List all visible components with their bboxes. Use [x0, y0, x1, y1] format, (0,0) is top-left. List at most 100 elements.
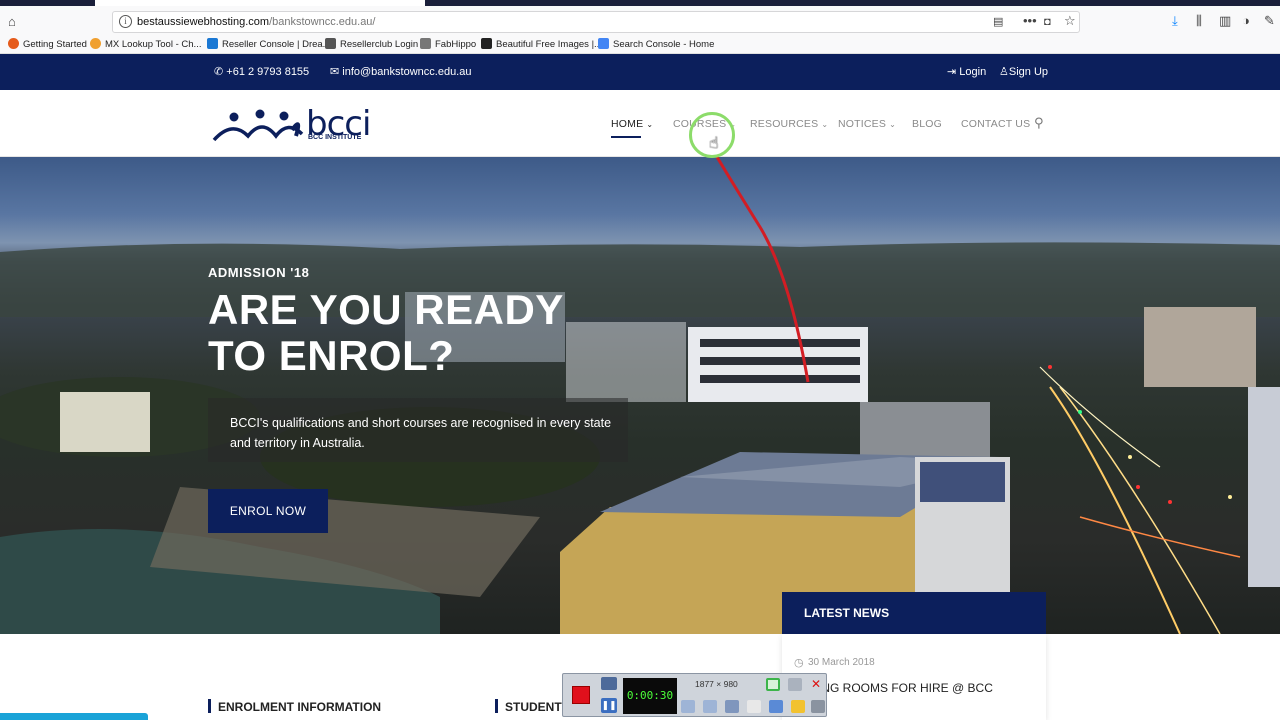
- speaker-icon[interactable]: [681, 700, 695, 713]
- phone-link[interactable]: ✆ +61 2 9793 8155: [214, 65, 309, 78]
- news-title-link[interactable]: AINING ROOMS FOR HIRE @ BCC: [798, 681, 993, 695]
- browser-toolbar: ⌂ i bestaussiewebhosting.com/bankstowncc…: [0, 6, 1280, 38]
- bookmark-label: MX Lookup Tool - Ch...: [105, 39, 202, 50]
- firefox-icon: [8, 38, 19, 49]
- headline-line: TO ENROL?: [208, 332, 455, 379]
- fabhippo-icon: [420, 38, 431, 49]
- bookmark-label: Resellerclub Login: [340, 39, 419, 50]
- phone-text: +61 2 9793 8155: [226, 66, 310, 78]
- latest-news-heading: LATEST NEWS: [782, 592, 1046, 634]
- hero-city-image: [0, 157, 1280, 634]
- bookmarks-bar: Getting Started MX Lookup Tool - Ch... R…: [0, 38, 1280, 54]
- news-date: 30 March 2018: [808, 657, 875, 668]
- login-text: Login: [959, 66, 987, 78]
- bookmark-reseller-console[interactable]: Reseller Console | Drea...: [207, 38, 331, 54]
- bookmark-label: FabHippo: [435, 39, 477, 50]
- screen-recorder-toolbar: ❚❚ 0:00:30 1877 × 980 ✕: [562, 673, 827, 717]
- download-icon[interactable]: ⤓: [1172, 13, 1178, 29]
- bookmark-label: Search Console - Home: [613, 39, 715, 50]
- extension-icon[interactable]: ◑: [1242, 13, 1250, 29]
- section-accent: [495, 699, 498, 713]
- search-icon[interactable]: ⚲: [1034, 115, 1044, 131]
- nav-notices[interactable]: NOTICES ⌄: [838, 118, 896, 130]
- region-icon[interactable]: [766, 678, 780, 691]
- enrolment-info-heading: ENROLMENT INFORMATION: [218, 700, 382, 714]
- settings-icon[interactable]: [811, 700, 825, 713]
- library-icon[interactable]: ⫼: [1196, 13, 1202, 29]
- mx-icon: [90, 38, 101, 49]
- camera-icon: [481, 38, 492, 49]
- section-accent: [208, 699, 211, 713]
- chevron-down-icon: ⌄: [646, 120, 654, 129]
- nav-label: CONTACT US: [961, 118, 1031, 130]
- phone-icon: ✆: [214, 66, 224, 78]
- pause-icon[interactable]: ❚❚: [601, 698, 617, 713]
- email-text: info@bankstowncc.edu.au: [342, 66, 472, 78]
- active-nav-indicator: [611, 136, 641, 138]
- nav-label: BLOG: [912, 118, 942, 130]
- microphone-icon[interactable]: [703, 700, 717, 713]
- camera-icon[interactable]: [601, 677, 617, 690]
- more-actions-icon[interactable]: •••: [1023, 13, 1037, 29]
- email-link[interactable]: ✉ info@bankstowncc.edu.au: [330, 65, 471, 78]
- site-header: bcci BCC INSTITUTE HOME ⌄ COURSES ⌄ RESOUR…: [0, 90, 1280, 157]
- webcam-icon[interactable]: [725, 700, 739, 713]
- sidebar-icon[interactable]: ▥: [1219, 13, 1231, 29]
- record-stop-button[interactable]: [572, 686, 590, 704]
- nav-label: RESOURCES: [750, 118, 819, 130]
- minimize-icon[interactable]: [788, 678, 802, 691]
- admission-label: ADMISSION '18: [208, 265, 310, 280]
- bookmark-star-icon[interactable]: ☆: [1064, 13, 1076, 29]
- info-icon[interactable]: i: [119, 15, 132, 28]
- user-icon: ♙: [999, 66, 1009, 78]
- bookmark-search-console[interactable]: Search Console - Home: [598, 38, 714, 54]
- envelope-icon: ✉: [330, 66, 340, 78]
- signup-link[interactable]: ♙Sign Up: [999, 65, 1048, 78]
- hero-subtext: BCCI's qualifications and short courses …: [230, 416, 612, 450]
- recording-timer: 0:00:30: [623, 678, 677, 714]
- student-heading: STUDENT: [505, 700, 562, 714]
- pen-icon[interactable]: ✎: [1264, 13, 1275, 29]
- home-icon[interactable]: ⌂: [8, 14, 16, 30]
- resellerclub-icon: [325, 38, 336, 49]
- nav-label: NOTICES: [838, 118, 887, 130]
- nav-resources[interactable]: RESOURCES ⌄: [750, 118, 828, 130]
- chevron-down-icon: ⌄: [889, 120, 896, 129]
- reader-view-icon[interactable]: ▤: [993, 14, 1003, 30]
- folder-icon[interactable]: [791, 700, 805, 713]
- login-link[interactable]: ⇥ Login: [947, 65, 986, 78]
- nav-blog[interactable]: BLOG: [912, 118, 942, 130]
- clock-icon: ◷: [794, 657, 804, 669]
- url-domain: bestaussiewebhosting.com: [137, 16, 270, 28]
- hero-banner: ADMISSION '18 ARE YOU READY TO ENROL? BC…: [0, 157, 1280, 634]
- logo[interactable]: bcci BCC INSTITUTE: [212, 104, 372, 146]
- signup-text: Sign Up: [1008, 66, 1049, 78]
- capture-size: 1877 × 980: [695, 679, 738, 689]
- bookmark-getting-started[interactable]: Getting Started: [8, 38, 87, 54]
- nav-home[interactable]: HOME ⌄: [611, 118, 653, 130]
- url-text: bestaussiewebhosting.com/bankstowncc.edu…: [137, 16, 375, 28]
- enrol-now-button[interactable]: ENROL NOW: [208, 489, 328, 533]
- pointer-hand-icon: ☝: [709, 135, 719, 152]
- cursor-icon[interactable]: [747, 700, 761, 713]
- hero-subtext-panel: BCCI's qualifications and short courses …: [208, 398, 628, 462]
- logo-subtext: BCC INSTITUTE: [308, 134, 362, 141]
- headline-line: ARE YOU READY: [208, 286, 564, 333]
- url-path: /bankstowncc.edu.au/: [269, 16, 376, 28]
- close-icon[interactable]: ✕: [809, 677, 823, 691]
- draw-icon[interactable]: [769, 700, 783, 713]
- contact-bar: ✆ +61 2 9793 8155 ✉ info@bankstowncc.edu…: [0, 54, 1280, 90]
- reseller-icon: [207, 38, 218, 49]
- bookmark-fabhippo[interactable]: FabHippo: [420, 38, 476, 54]
- bookmark-mx-lookup[interactable]: MX Lookup Tool - Ch...: [90, 38, 201, 54]
- sign-in-icon: ⇥: [947, 66, 957, 78]
- search-console-icon: [598, 38, 609, 49]
- chat-widget-tab[interactable]: [0, 713, 148, 720]
- pocket-icon[interactable]: ◘: [1044, 14, 1051, 30]
- nav-contact[interactable]: CONTACT US: [961, 118, 1030, 130]
- nav-label: HOME: [611, 118, 644, 130]
- bookmark-free-images[interactable]: Beautiful Free Images |...: [481, 38, 602, 54]
- address-bar[interactable]: i bestaussiewebhosting.com/bankstowncc.e…: [112, 11, 1080, 33]
- bookmark-label: Beautiful Free Images |...: [496, 39, 602, 50]
- bookmark-resellerclub[interactable]: Resellerclub Login: [325, 38, 418, 54]
